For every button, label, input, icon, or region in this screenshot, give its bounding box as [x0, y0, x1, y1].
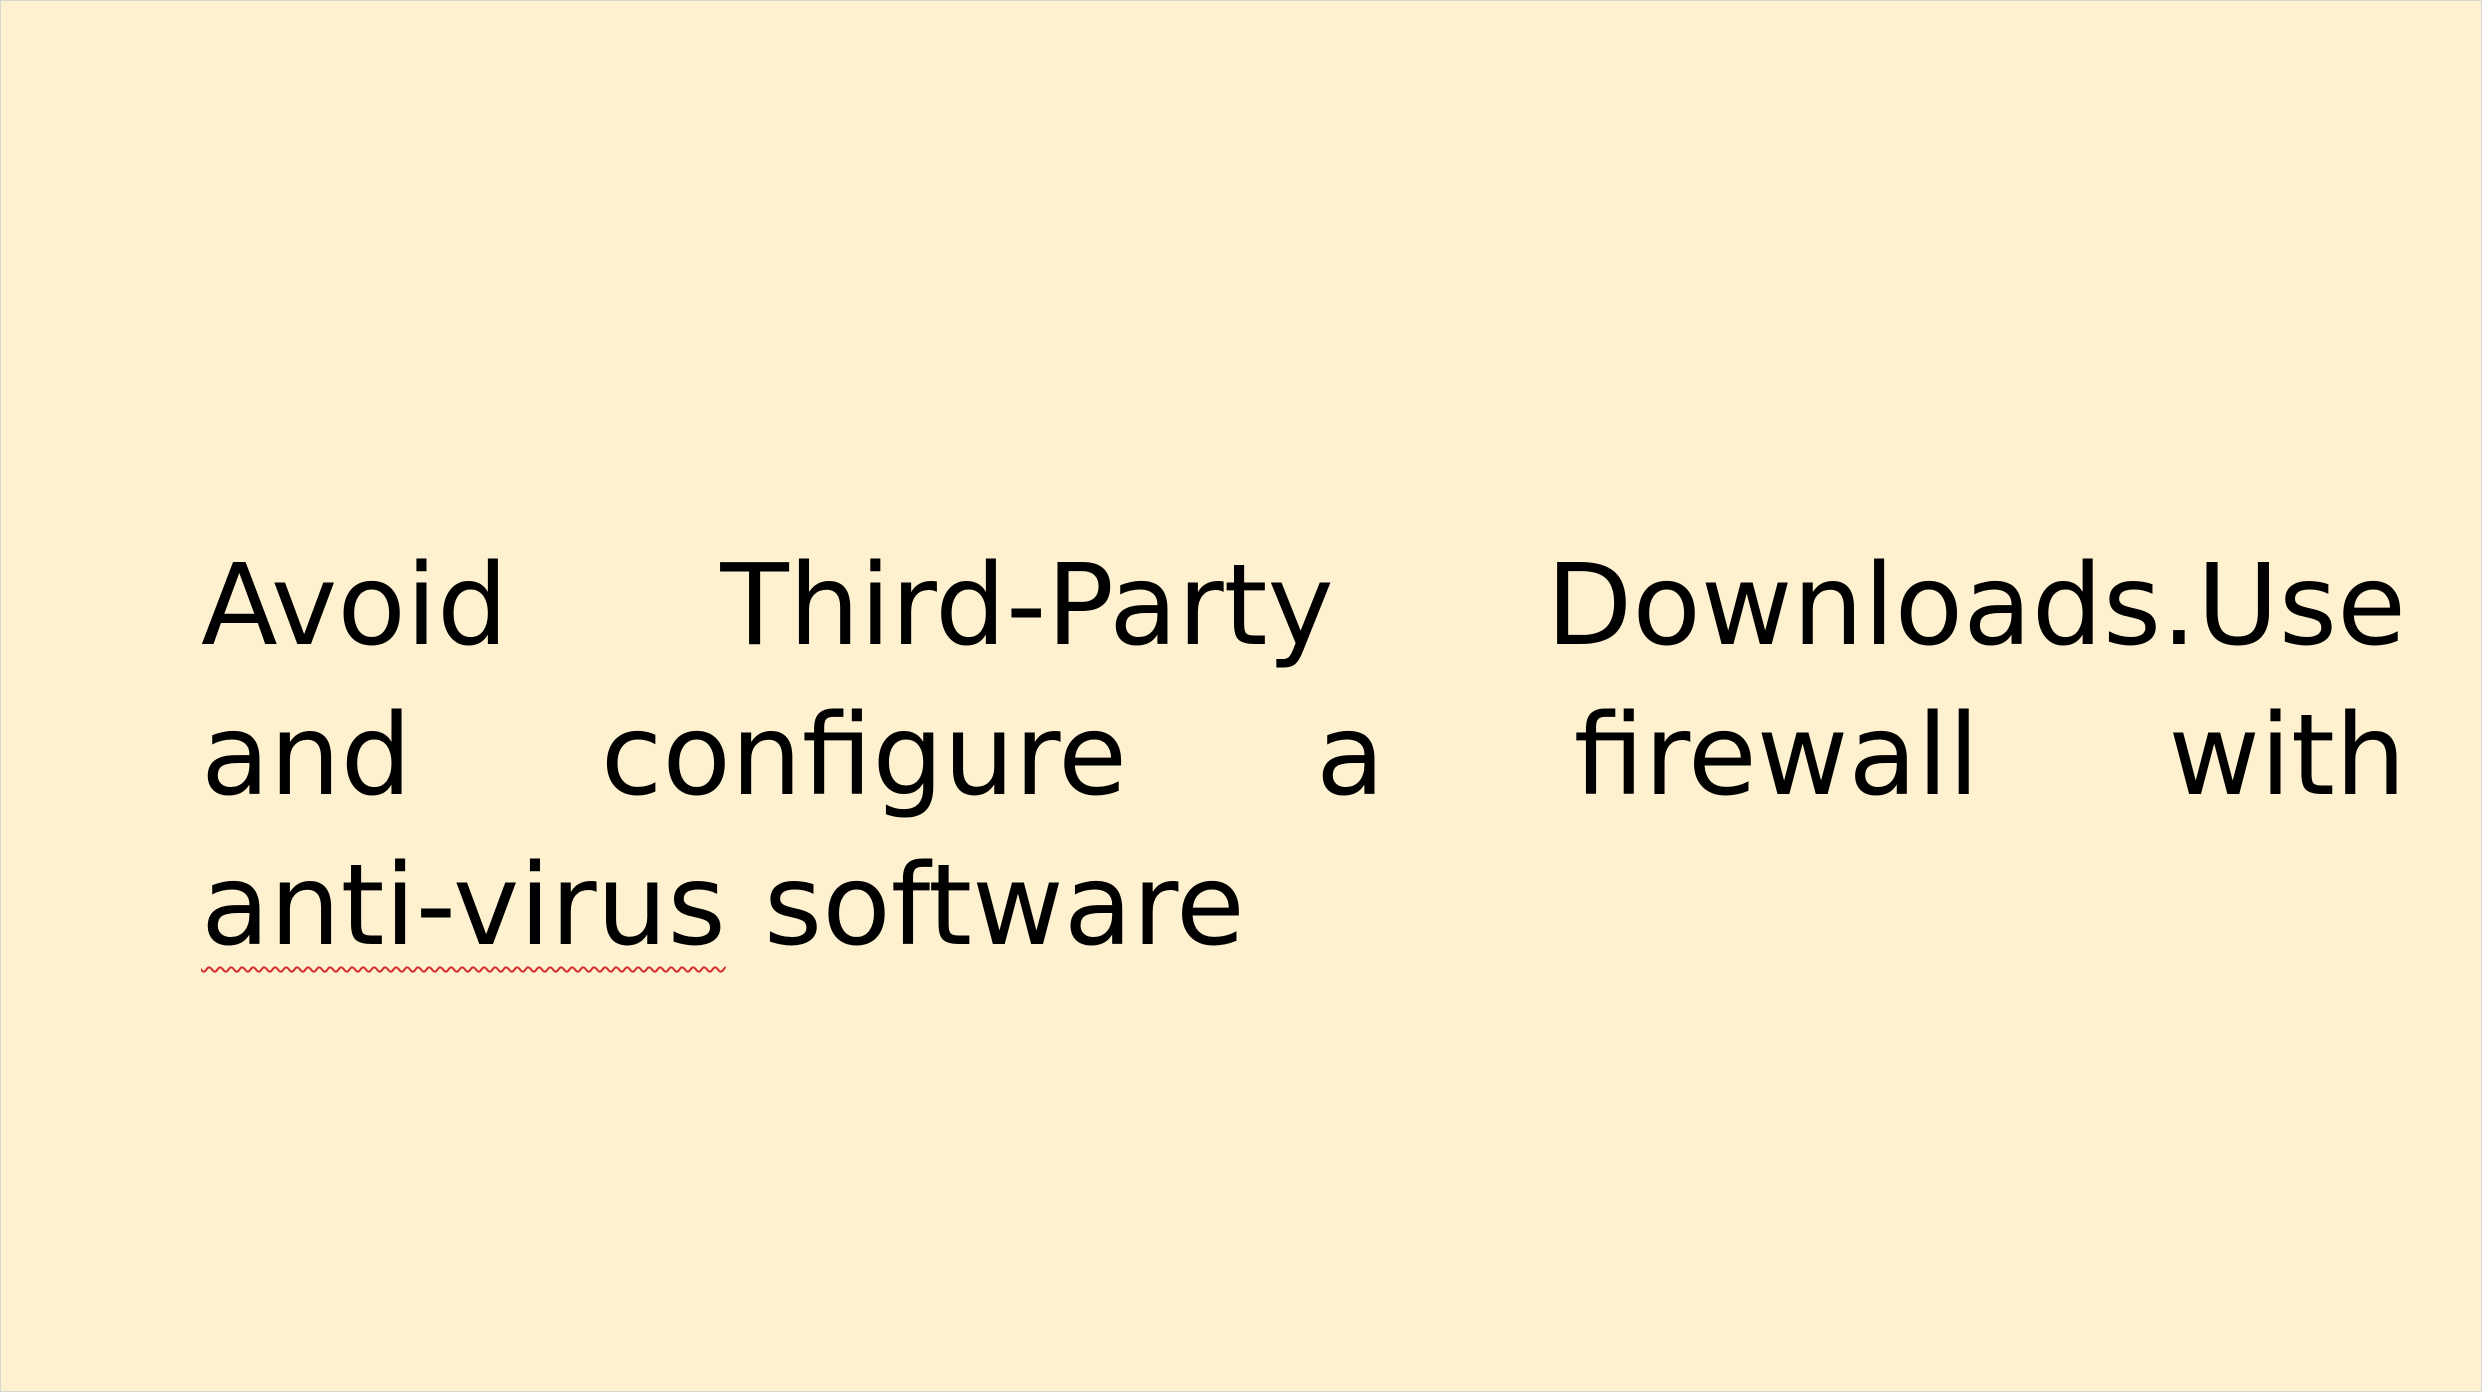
word: and — [201, 691, 412, 821]
text-line-3: anti-virus software — [201, 831, 2406, 981]
text-line-2: and configure a firewall with — [201, 681, 2406, 831]
word: with — [2168, 691, 2406, 821]
word: firewall — [1573, 691, 1980, 821]
slide-canvas: Avoid Third-Party Downloads.Use and conf… — [0, 0, 2482, 1392]
word: Avoid — [201, 541, 509, 671]
word: a — [1316, 691, 1385, 821]
text-line-1: Avoid Third-Party Downloads.Use — [201, 531, 2406, 681]
slide-text-box[interactable]: Avoid Third-Party Downloads.Use and conf… — [201, 531, 2406, 981]
misspelled-word[interactable]: anti-virus — [201, 831, 726, 981]
word: software — [763, 841, 1245, 971]
word: Downloads.Use — [1546, 541, 2406, 671]
word: configure — [600, 691, 1127, 821]
word: Third-Party — [720, 541, 1334, 671]
